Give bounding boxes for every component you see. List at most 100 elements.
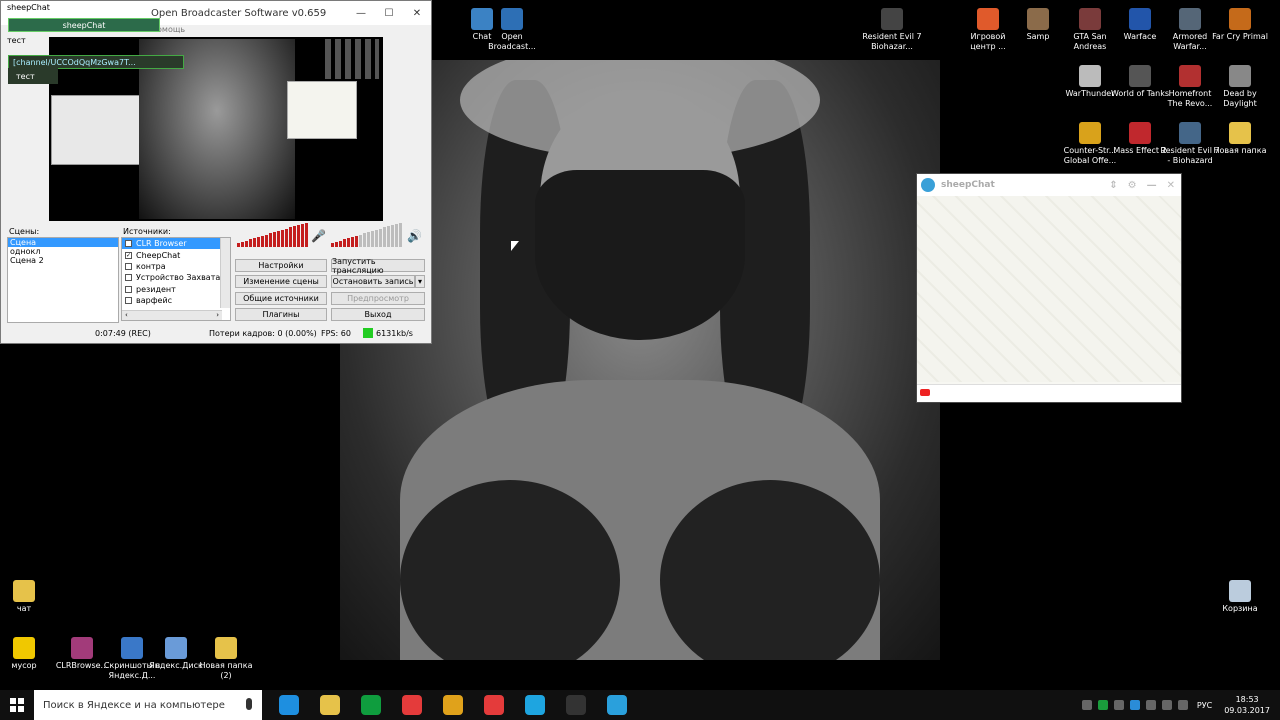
source-item[interactable]: резидент bbox=[122, 284, 230, 295]
tray-icon[interactable] bbox=[1113, 700, 1124, 710]
speaker-icon[interactable]: 🔊 bbox=[407, 229, 422, 245]
re7-icon bbox=[1179, 122, 1201, 144]
desktop-icon[interactable]: Far Cry Primal bbox=[1210, 8, 1270, 42]
meter-bar bbox=[395, 223, 398, 247]
checkbox[interactable] bbox=[125, 262, 132, 270]
microphone-icon[interactable] bbox=[246, 698, 252, 710]
sources-list[interactable]: ✓ CLR Browser ✓ CheepChat контра Устройств… bbox=[121, 237, 231, 321]
checkbox[interactable] bbox=[125, 297, 132, 305]
wot-icon bbox=[1129, 65, 1151, 87]
source-item[interactable]: ✓ CLR Browser bbox=[122, 238, 230, 250]
desktop-icon-label: Resident Evil 7 Biohazar... bbox=[862, 32, 922, 51]
stop-record-button[interactable]: Остановить запись bbox=[331, 275, 415, 288]
taskbar-app[interactable] bbox=[350, 690, 391, 720]
close-icon[interactable]: ✕ bbox=[1167, 180, 1175, 191]
plugins-button[interactable]: Плагины bbox=[235, 308, 327, 321]
preview-button[interactable]: Предпросмотр bbox=[331, 292, 425, 305]
global-sources-button[interactable]: Общие источники bbox=[235, 292, 327, 305]
sheepchat-logo-icon bbox=[921, 178, 935, 192]
desktop-icon[interactable]: мусор bbox=[0, 637, 54, 671]
meter-bar bbox=[343, 239, 346, 247]
game-icon bbox=[881, 8, 903, 30]
settings-button[interactable]: Настройки bbox=[235, 259, 327, 272]
minimize-button[interactable]: — bbox=[347, 3, 375, 23]
desktop-icon-label: Новая папка bbox=[1213, 146, 1267, 155]
meter-bar bbox=[351, 237, 354, 247]
start-stream-button[interactable]: Запустить трансляцию bbox=[331, 257, 425, 275]
youtube-icon bbox=[920, 389, 930, 396]
taskbar-app[interactable] bbox=[473, 690, 514, 720]
desktop-icon[interactable]: Samp bbox=[1008, 8, 1068, 42]
meter-bar bbox=[375, 229, 378, 247]
clock[interactable]: 18:53 09.03.2017 bbox=[1224, 694, 1270, 716]
desktop-icon[interactable]: Resident Evil 7 Biohazar... bbox=[862, 8, 922, 52]
meter-bar bbox=[281, 229, 284, 247]
scene-item[interactable]: однокл bbox=[8, 247, 118, 256]
taskbar-app[interactable] bbox=[309, 690, 350, 720]
source-item[interactable]: контра bbox=[122, 261, 230, 272]
taskbar-app[interactable] bbox=[432, 690, 473, 720]
tray-icon[interactable] bbox=[1081, 700, 1092, 710]
edit-scene-button[interactable]: Изменение сцены bbox=[235, 275, 327, 288]
desktop-icon[interactable]: Корзина bbox=[1210, 580, 1270, 614]
search-input[interactable]: Поиск в Яндексе и на компьютере bbox=[34, 690, 262, 720]
taskbar-app[interactable] bbox=[391, 690, 432, 720]
system-tray: РУС 18:53 09.03.2017 bbox=[1079, 690, 1280, 720]
taskbar-app[interactable] bbox=[555, 690, 596, 720]
maximize-button[interactable]: ☐ bbox=[375, 3, 403, 23]
desktop-icon[interactable]: Dead by Daylight bbox=[1210, 65, 1270, 109]
warface-icon bbox=[1129, 8, 1151, 30]
keyboard-icon[interactable] bbox=[1177, 700, 1188, 710]
meter-bar bbox=[355, 235, 358, 247]
horizontal-scrollbar[interactable]: ‹ › bbox=[122, 310, 222, 320]
minimize-button[interactable]: — bbox=[1147, 180, 1157, 191]
sources-label: Источники: bbox=[123, 227, 171, 236]
meter-bar bbox=[347, 238, 350, 247]
chat-area[interactable] bbox=[917, 196, 1181, 382]
mouse-cursor-icon bbox=[511, 241, 519, 251]
network-icon[interactable] bbox=[1145, 700, 1156, 710]
desktop-icon[interactable]: Новая папка (2) bbox=[196, 637, 256, 681]
exit-button[interactable]: Выход bbox=[331, 308, 425, 321]
checkbox[interactable]: ✓ bbox=[125, 240, 132, 248]
volume-icon[interactable] bbox=[1161, 700, 1172, 710]
taskbar-app[interactable] bbox=[268, 690, 309, 720]
checkbox[interactable] bbox=[125, 274, 132, 282]
meter-bar bbox=[383, 227, 386, 247]
scene-item[interactable]: Сцена bbox=[8, 238, 118, 247]
desktop-icon[interactable]: Open Broadcast... bbox=[482, 8, 542, 52]
scene-item[interactable]: Сцена 2 bbox=[8, 256, 118, 265]
desktop-icon-label: Dead by Daylight bbox=[1223, 89, 1257, 108]
archive-icon bbox=[71, 637, 93, 659]
tray-icon[interactable] bbox=[1097, 700, 1108, 710]
chrome-icon bbox=[442, 695, 463, 715]
chat-overlay-header: sheepChat bbox=[8, 18, 160, 32]
desktop-icon[interactable]: Новая папка bbox=[1210, 122, 1270, 156]
checkbox[interactable]: ✓ bbox=[125, 251, 132, 259]
meter-bar bbox=[265, 234, 268, 247]
start-button[interactable] bbox=[0, 690, 34, 720]
meter-bar bbox=[249, 239, 252, 247]
taskbar-app[interactable] bbox=[514, 690, 555, 720]
desktop-icon[interactable]: чат bbox=[0, 580, 54, 614]
sheepchat-titlebar[interactable]: sheepChat ⇕ ⚙ — ✕ bbox=[917, 174, 1181, 196]
source-item[interactable]: ✓ CheepChat bbox=[122, 249, 230, 260]
close-button[interactable]: ✕ bbox=[403, 3, 431, 23]
scenes-list[interactable]: Сцена однокл Сцена 2 bbox=[7, 237, 119, 323]
microphone-icon[interactable]: 🎤 bbox=[311, 229, 326, 245]
language-indicator[interactable]: РУС bbox=[1197, 701, 1212, 710]
vertical-scrollbar[interactable] bbox=[220, 238, 230, 308]
farcry-icon bbox=[1229, 8, 1251, 30]
gear-icon[interactable]: ⚙ bbox=[1128, 180, 1137, 191]
taskbar-app[interactable] bbox=[596, 690, 637, 720]
pin-icon[interactable]: ⇕ bbox=[1109, 180, 1117, 191]
source-item[interactable]: Устройство Захвата bbox=[122, 272, 230, 283]
mic-volume-meter bbox=[331, 222, 402, 247]
homefront-icon bbox=[1179, 65, 1201, 87]
checkbox[interactable] bbox=[125, 285, 132, 293]
bitrate-readout: 6131kb/s bbox=[376, 329, 413, 338]
status-indicator bbox=[363, 328, 373, 338]
source-item[interactable]: варфейс bbox=[122, 295, 230, 306]
dropdown-arrow-icon[interactable]: ▾ bbox=[415, 275, 425, 288]
tray-icon[interactable] bbox=[1129, 700, 1140, 710]
